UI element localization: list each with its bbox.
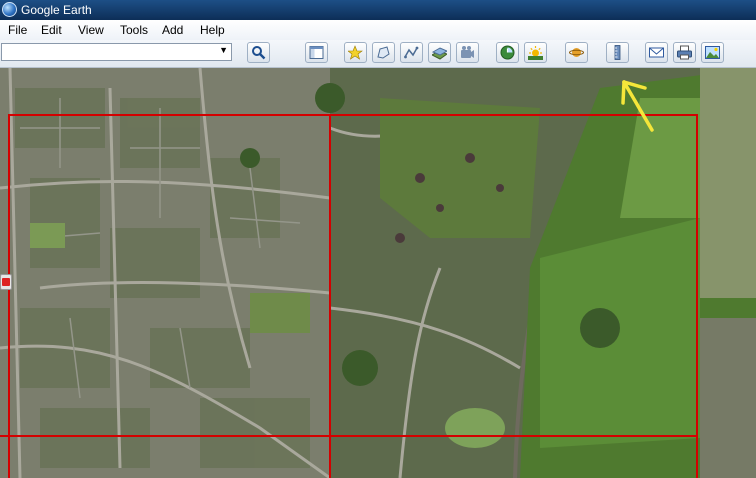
planets-icon [569,48,584,57]
switch-planets-button[interactable] [565,42,588,63]
placemark-icon [348,45,363,60]
menu-view[interactable]: View [78,23,104,37]
menu-file[interactable]: File [8,23,27,37]
dropdown-arrow-icon[interactable]: ▼ [219,45,228,55]
sidebar-toggle-button[interactable] [305,42,328,63]
search-field[interactable]: ▼ [1,43,232,61]
sidebar-icon [309,46,324,59]
record-tour-button[interactable] [456,42,479,63]
menu-bar: File Edit View Tools Add Help [0,20,756,41]
yellow-arrow-annotation [621,80,654,132]
search-button[interactable] [247,42,270,63]
ruler-button[interactable] [606,42,629,63]
email-icon [649,47,664,58]
image-overlay-icon [432,47,447,60]
menu-tools[interactable]: Tools [120,23,148,37]
save-image-icon [705,46,720,59]
email-button[interactable] [645,42,668,63]
app-globe-icon [2,2,17,17]
save-image-button[interactable] [701,42,724,63]
add-image-overlay-button[interactable] [428,42,451,63]
record-tour-icon [461,46,474,58]
historical-imagery-icon [500,45,515,60]
map-view[interactable] [0,68,756,478]
sunlight-icon [528,46,543,60]
ruler-icon [614,45,621,60]
side-marker-icon[interactable] [0,274,12,290]
print-icon [677,45,692,60]
search-input[interactable] [4,45,208,61]
menu-edit[interactable]: Edit [41,23,62,37]
title-bar: Google Earth [0,0,756,20]
search-icon [252,46,266,60]
menu-help[interactable]: Help [200,23,225,37]
window-title: Google Earth [21,3,92,17]
add-placemark-button[interactable] [344,42,367,63]
toolbar: ▼ [0,40,756,68]
add-polygon-button[interactable] [372,42,395,63]
path-icon [404,46,419,59]
sunlight-button[interactable] [524,42,547,63]
historical-imagery-button[interactable] [496,42,519,63]
add-path-button[interactable] [400,42,423,63]
print-button[interactable] [673,42,696,63]
menu-add[interactable]: Add [162,23,183,37]
polygon-icon [377,46,390,59]
